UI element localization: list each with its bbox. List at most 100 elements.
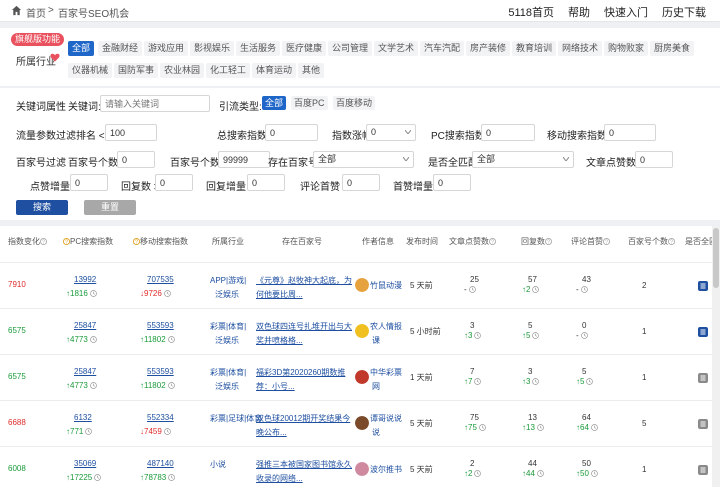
- mobile-search-index-link[interactable]: 487140: [147, 459, 174, 468]
- author-name[interactable]: 波尔推书: [370, 464, 402, 475]
- help-icon[interactable]: ?: [63, 238, 70, 245]
- category-1[interactable]: 金融财经: [98, 41, 143, 56]
- category-11[interactable]: 网络技术: [558, 41, 603, 56]
- nav-history-download[interactable]: 历史下载: [662, 4, 706, 20]
- history-clock-icon[interactable]: [167, 382, 175, 389]
- partial-match-icon[interactable]: [698, 419, 708, 429]
- reset-button[interactable]: 重置: [84, 200, 136, 215]
- industry-tags[interactable]: 彩票|体育|: [210, 321, 246, 332]
- history-clock-icon[interactable]: [532, 286, 540, 293]
- history-clock-icon[interactable]: [163, 428, 171, 435]
- mobile-search-index-link[interactable]: 553593: [147, 321, 174, 330]
- history-clock-icon[interactable]: [479, 424, 486, 431]
- pc-search-index-link[interactable]: 35069: [74, 459, 96, 468]
- industry-tags[interactable]: 彩票|足球|体育: [210, 413, 262, 424]
- help-icon[interactable]: ?: [668, 238, 675, 245]
- category-2[interactable]: 游戏应用: [144, 41, 189, 56]
- pc-search-index-link[interactable]: 6132: [74, 413, 92, 422]
- traffic-type-mobile[interactable]: 百度移动: [333, 96, 376, 110]
- industry-tags-line2[interactable]: 泛娱乐: [215, 381, 239, 392]
- table-scrollbar[interactable]: [712, 226, 720, 487]
- history-clock-icon[interactable]: [532, 332, 540, 339]
- industry-tags-line2[interactable]: 泛娱乐: [215, 289, 239, 300]
- category-10[interactable]: 教育培训: [512, 41, 557, 56]
- category-17[interactable]: 化工轻工: [206, 63, 251, 78]
- category-8[interactable]: 汽车汽配: [420, 41, 465, 56]
- scrollbar-thumb[interactable]: [713, 228, 719, 288]
- pc-search-index-link[interactable]: 25847: [74, 321, 96, 330]
- nav-5118-home[interactable]: 5118首页: [508, 4, 554, 20]
- total-search-input[interactable]: [265, 124, 318, 141]
- bjh-article-title-line2[interactable]: 荐：小号...: [256, 381, 295, 392]
- category-3[interactable]: 影视娱乐: [190, 41, 235, 56]
- history-clock-icon[interactable]: [474, 332, 482, 339]
- author-avatar[interactable]: [355, 462, 369, 476]
- bjh-count-input[interactable]: [117, 151, 155, 168]
- mobile-search-index-link[interactable]: 553593: [147, 367, 174, 376]
- bjh-article-title[interactable]: 强推三本被国家图书馆永久: [256, 459, 352, 470]
- history-clock-icon[interactable]: [537, 424, 544, 431]
- category-15[interactable]: 国防军事: [114, 63, 159, 78]
- author-name-line2[interactable]: 说: [372, 427, 380, 438]
- category-0[interactable]: 全部: [68, 41, 95, 56]
- author-name[interactable]: 中华彩票: [370, 367, 402, 378]
- bjh-count-lt-input[interactable]: [218, 151, 270, 168]
- author-name[interactable]: 谭哥说说: [370, 413, 402, 424]
- author-name-line2[interactable]: 课: [372, 335, 380, 346]
- bjh-article-title-line2[interactable]: 奖井喷格格...: [256, 335, 303, 346]
- category-5[interactable]: 医疗健康: [282, 41, 327, 56]
- category-18[interactable]: 体育运动: [252, 63, 297, 78]
- category-12[interactable]: 购物败家: [604, 41, 649, 56]
- bjh-article-title-line2[interactable]: 晚公布...: [256, 427, 287, 438]
- industry-tags[interactable]: 彩票|体育|: [210, 367, 246, 378]
- category-6[interactable]: 公司管理: [328, 41, 373, 56]
- author-name[interactable]: 竹鼠动漫: [370, 280, 402, 291]
- history-clock-icon[interactable]: [163, 290, 171, 297]
- category-14[interactable]: 仪器机械: [68, 63, 113, 78]
- traffic-type-pc[interactable]: 百度PC: [291, 96, 328, 110]
- author-avatar[interactable]: [355, 370, 369, 384]
- help-icon[interactable]: ?: [133, 238, 140, 245]
- growth-select[interactable]: 0: [366, 124, 416, 141]
- history-clock-icon[interactable]: [532, 378, 540, 385]
- bjh-article-title-line2[interactable]: 何他要比周...: [256, 289, 303, 300]
- history-clock-icon[interactable]: [85, 428, 93, 435]
- help-icon[interactable]: ?: [489, 238, 496, 245]
- pc-search-index-link[interactable]: 13992: [74, 275, 96, 284]
- author-avatar[interactable]: [355, 416, 369, 430]
- category-4[interactable]: 生活服务: [236, 41, 281, 56]
- full-match-icon[interactable]: [698, 327, 708, 337]
- pc-search-index-link[interactable]: 25847: [74, 367, 96, 376]
- industry-tags[interactable]: 小说: [210, 459, 226, 470]
- partial-match-icon[interactable]: [698, 373, 708, 383]
- industry-tags[interactable]: APP|游戏|: [210, 275, 246, 286]
- home-icon[interactable]: [11, 5, 22, 16]
- category-13[interactable]: 厨房美食: [650, 41, 695, 56]
- author-avatar[interactable]: [355, 278, 369, 292]
- bjh-article-title[interactable]: 《元尊》赵牧神大起底，为: [256, 275, 352, 286]
- reply-input[interactable]: [155, 174, 193, 191]
- exists-select[interactable]: 全部: [313, 151, 414, 168]
- history-clock-icon[interactable]: [94, 474, 102, 481]
- nav-quick-start[interactable]: 快速入门: [604, 4, 648, 20]
- history-clock-icon[interactable]: [474, 378, 482, 385]
- history-clock-icon[interactable]: [89, 290, 97, 297]
- category-9[interactable]: 房产装修: [466, 41, 511, 56]
- full-match-select[interactable]: 全部: [472, 151, 574, 168]
- bjh-article-title[interactable]: 福彩3D第2020260期数推: [256, 367, 345, 378]
- history-clock-icon[interactable]: [167, 336, 175, 343]
- history-clock-icon[interactable]: [580, 286, 588, 293]
- history-clock-icon[interactable]: [89, 382, 97, 389]
- mobile-search-index-link[interactable]: 552334: [147, 413, 174, 422]
- history-clock-icon[interactable]: [586, 378, 594, 385]
- keyword-input[interactable]: [100, 95, 210, 112]
- first-like-growth-input[interactable]: [433, 174, 471, 191]
- mobile-search-index-link[interactable]: 707535: [147, 275, 174, 284]
- history-clock-icon[interactable]: [537, 470, 544, 477]
- partial-match-icon[interactable]: [698, 465, 708, 475]
- category-19[interactable]: 其他: [298, 63, 325, 78]
- article-likes-input[interactable]: [635, 151, 673, 168]
- pc-search-input[interactable]: [481, 124, 535, 141]
- traffic-type-all[interactable]: 全部: [262, 96, 287, 110]
- reply-growth-input[interactable]: [247, 174, 285, 191]
